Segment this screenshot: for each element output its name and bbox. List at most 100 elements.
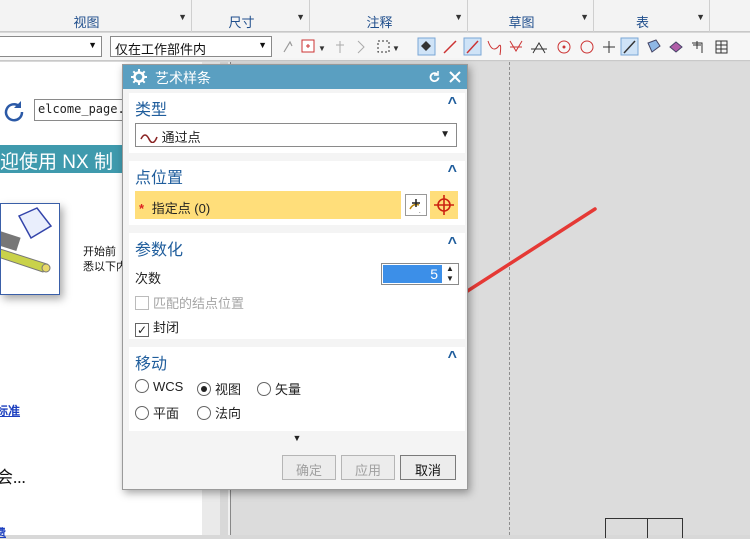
ok-button[interactable]: 确定 bbox=[282, 455, 336, 480]
option-label: 法向 bbox=[215, 406, 242, 421]
radio-button[interactable] bbox=[197, 406, 211, 420]
closed-option[interactable]: ✓ 封闭 bbox=[135, 317, 179, 337]
welcome-text-line: 开始前 bbox=[83, 246, 116, 258]
settings-gear-icon[interactable] bbox=[131, 69, 147, 85]
disabled-snap-icon bbox=[283, 40, 293, 53]
arc-center-icon bbox=[531, 42, 547, 54]
spin-down-icon[interactable]: ▼ bbox=[446, 274, 454, 283]
section-title: 类型 bbox=[135, 102, 168, 119]
refresh-icon[interactable] bbox=[2, 100, 28, 124]
move-option-wcs[interactable]: WCS bbox=[135, 379, 183, 394]
point-dialog-button[interactable]: . bbox=[405, 194, 427, 216]
collapse-icon[interactable]: ^ bbox=[448, 349, 457, 367]
ribbon-group-table[interactable]: 表 ▼ bbox=[594, 0, 710, 32]
ribbon-dropdown-icon[interactable]: ▼ bbox=[580, 12, 589, 22]
svg-text:.: . bbox=[419, 209, 421, 215]
studio-spline-dialog: 艺术样条 类型 ^ 通过点 ▼ 点位置 ^ * 指定点 (0) . 参数化 ^ … bbox=[122, 64, 468, 490]
point-snap-icon bbox=[434, 195, 454, 215]
option-label: 矢量 bbox=[275, 382, 302, 397]
ribbon-dropdown-icon[interactable]: ▼ bbox=[454, 12, 463, 22]
ribbon-group-dimension[interactable]: 尺寸 ▼ bbox=[192, 0, 310, 32]
section-body-parameterization: 次数 5 ▲ ▼ 匹配的结点位置 ✓ 封闭 bbox=[129, 259, 465, 339]
existing-point-icon bbox=[603, 41, 615, 53]
chevron-down-icon: ▼ bbox=[88, 40, 97, 50]
ribbon-bar: 视图 ▼ 尺寸 ▼ 注释 ▼ 草图 ▼ 表 ▼ bbox=[0, 0, 750, 32]
svg-text:▼: ▼ bbox=[318, 44, 326, 53]
reset-icon[interactable] bbox=[428, 71, 441, 84]
collapse-icon[interactable]: ^ bbox=[448, 235, 457, 253]
radio-button[interactable] bbox=[197, 382, 211, 396]
section-title: 移动 bbox=[135, 356, 168, 373]
ribbon-group-sketch[interactable]: 草图 ▼ bbox=[468, 0, 594, 32]
close-icon[interactable] bbox=[449, 71, 461, 83]
matched-knots-checkbox bbox=[135, 296, 149, 310]
more-options-icon[interactable]: ▼ bbox=[129, 433, 465, 445]
control-point-icon bbox=[487, 40, 502, 56]
point-snap-button[interactable] bbox=[430, 191, 458, 219]
collapse-icon[interactable]: ^ bbox=[448, 95, 457, 113]
specify-point-row[interactable]: * 指定点 (0) bbox=[135, 191, 401, 219]
svg-text:▼: ▼ bbox=[392, 44, 400, 53]
move-option-view[interactable]: 视图 bbox=[197, 379, 241, 398]
matched-knots-label: 匹配的结点位置 bbox=[153, 296, 245, 311]
section-header-point-position[interactable]: 点位置 ^ bbox=[129, 161, 465, 187]
dialog-title: 艺术样条 bbox=[155, 70, 211, 86]
option-label: 平面 bbox=[153, 406, 180, 421]
degree-spinner[interactable]: 5 ▲ ▼ bbox=[381, 263, 459, 285]
welcome-illustration bbox=[0, 203, 60, 295]
chevron-down-icon: ▼ bbox=[258, 40, 267, 50]
ribbon-dropdown-icon[interactable]: ▼ bbox=[178, 12, 187, 22]
section-body-type: 通过点 ▼ bbox=[129, 119, 465, 153]
disabled-point-icon bbox=[336, 41, 344, 53]
option-label: WCS bbox=[153, 379, 184, 394]
closed-label: 封闭 bbox=[153, 320, 180, 335]
radio-button[interactable] bbox=[257, 382, 271, 396]
end-point-icon bbox=[443, 40, 457, 54]
bisector-icon bbox=[669, 41, 683, 53]
section-header-type[interactable]: 类型 ^ bbox=[129, 93, 465, 119]
grid-point-icon bbox=[692, 41, 703, 53]
chevron-down-icon: ▼ bbox=[440, 129, 450, 140]
disabled-edge-icon bbox=[357, 40, 365, 54]
ribbon-group-label: 草图 bbox=[508, 15, 535, 30]
ribbon-dropdown-icon[interactable]: ▼ bbox=[296, 12, 305, 22]
option-label: 视图 bbox=[215, 382, 242, 397]
degree-value[interactable]: 5 bbox=[383, 265, 442, 283]
selection-scope-combo[interactable]: 仅在工作部件内 ▼ bbox=[110, 36, 272, 57]
move-option-normal[interactable]: 法向 bbox=[197, 403, 241, 422]
address-field[interactable]: elcome_page. bbox=[34, 99, 124, 121]
welcome-banner: 迎使用 NX 制 bbox=[0, 145, 128, 173]
spin-up-icon[interactable]: ▲ bbox=[446, 264, 454, 273]
pencil-illustration-icon bbox=[1, 207, 53, 273]
section-header-move[interactable]: 移动 ^ bbox=[129, 347, 465, 373]
type-select-value: 通过点 bbox=[161, 130, 201, 145]
collapse-icon[interactable]: ^ bbox=[448, 163, 457, 181]
ribbon-group-view[interactable]: 视图 ▼ bbox=[0, 0, 192, 32]
selection-toolbar: ▼ 仅在工作部件内 ▼ ▼ ▼ bbox=[0, 33, 750, 61]
ribbon-group-label: 注释 bbox=[366, 15, 393, 30]
welcome-link[interactable]: 费 bbox=[0, 524, 6, 539]
cancel-button[interactable]: 取消 bbox=[400, 455, 456, 480]
selection-scope-value: 仅在工作部件内 bbox=[115, 42, 207, 57]
radio-button[interactable] bbox=[135, 406, 149, 420]
snap-toolbar-icons[interactable]: ▼ ▼ bbox=[278, 37, 750, 57]
radio-button[interactable] bbox=[135, 379, 149, 393]
ribbon-dropdown-icon[interactable]: ▼ bbox=[696, 12, 705, 22]
dialog-title-bar[interactable]: 艺术样条 bbox=[123, 65, 467, 89]
type-select[interactable]: 通过点 ▼ bbox=[135, 123, 457, 147]
apply-button[interactable]: 应用 bbox=[341, 455, 395, 480]
ribbon-group-annotation[interactable]: 注释 ▼ bbox=[310, 0, 468, 32]
title-block-fragment bbox=[605, 518, 683, 538]
degree-label: 次数 bbox=[135, 271, 162, 286]
intersection-icon bbox=[509, 40, 523, 52]
point-dialog-icon: . bbox=[409, 199, 421, 215]
section-header-parameterization[interactable]: 参数化 ^ bbox=[129, 233, 465, 259]
closed-checkbox[interactable]: ✓ bbox=[135, 323, 149, 337]
section-body-move: WCS 视图 矢量 平面 法向 bbox=[129, 373, 465, 431]
move-option-plane[interactable]: 平面 bbox=[135, 403, 179, 422]
move-option-vector[interactable]: 矢量 bbox=[257, 379, 301, 398]
type-filter-combo[interactable]: ▼ bbox=[0, 36, 102, 57]
welcome-link[interactable]: 标准 bbox=[0, 402, 20, 419]
matched-knots-option: 匹配的结点位置 bbox=[135, 293, 244, 312]
spline-icon bbox=[140, 134, 158, 144]
